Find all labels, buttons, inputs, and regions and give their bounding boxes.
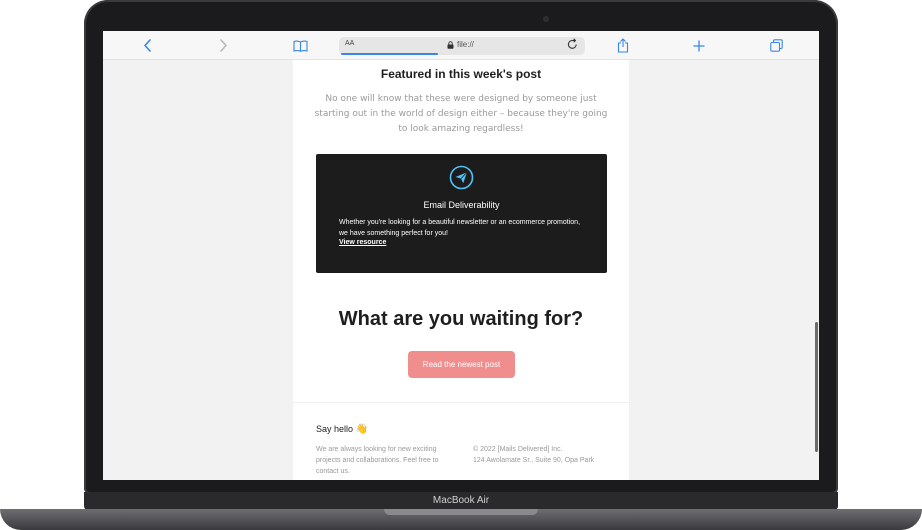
resource-card: Email Deliverability Whether you're look… — [316, 154, 607, 273]
section-divider — [293, 402, 629, 403]
laptop-notch — [384, 509, 538, 515]
vertical-scrollbar[interactable] — [815, 322, 818, 452]
card-title: Email Deliverability — [423, 200, 500, 210]
footer-company-info: © 2022 [Mails Delivered] Inc. 124 Awolam… — [473, 444, 623, 466]
browser-window: AA file:// Featured in this week's post … — [103, 31, 819, 480]
say-hello-text: Say hello — [316, 424, 354, 434]
cta-heading: What are you waiting for? — [338, 308, 584, 330]
reload-icon[interactable] — [567, 38, 578, 53]
footer-contact-text: We are always looking for new exciting p… — [316, 446, 439, 475]
laptop-base — [0, 509, 922, 530]
featured-title: Featured in this week's post — [380, 67, 542, 81]
paper-plane-icon — [449, 165, 474, 190]
url-text: file:// — [457, 40, 474, 49]
email-page: Featured in this week's post No one will… — [293, 60, 629, 480]
new-tab-icon[interactable] — [692, 37, 706, 54]
laptop-frame: AA file:// Featured in this week's post … — [0, 0, 922, 530]
book-icon[interactable] — [292, 37, 308, 54]
footer-copyright: © 2022 [Mails Delivered] Inc. — [473, 446, 563, 453]
device-brand-label: MacBook Air — [432, 495, 490, 506]
camera-icon — [543, 16, 549, 22]
tabs-icon[interactable] — [768, 37, 784, 54]
waving-hand-icon: 👋 — [355, 424, 368, 435]
address-focus-underline — [341, 53, 438, 55]
reader-aa-button[interactable]: AA — [345, 40, 354, 47]
say-hello-heading: Say hello 👋 — [316, 424, 368, 435]
address-bar[interactable]: AA file:// — [339, 37, 585, 55]
back-icon[interactable] — [141, 37, 153, 54]
featured-description: No one will know that these were designe… — [314, 94, 608, 134]
forward-icon[interactable] — [217, 37, 229, 54]
browser-toolbar: AA file:// — [103, 31, 819, 60]
card-text: Whether you're looking for a beautiful n… — [339, 219, 581, 237]
footer-address: 124 Awolamate Sr., Suite 90, Opa Park — [473, 457, 595, 464]
view-resource-link[interactable]: View resource — [339, 239, 386, 246]
url-display[interactable]: file:// — [447, 40, 474, 49]
lock-icon — [447, 40, 454, 49]
share-icon[interactable] — [616, 37, 630, 54]
laptop-bezel-bottom: MacBook Air — [84, 492, 838, 510]
read-newest-post-button[interactable]: Read the newest post — [408, 351, 515, 378]
